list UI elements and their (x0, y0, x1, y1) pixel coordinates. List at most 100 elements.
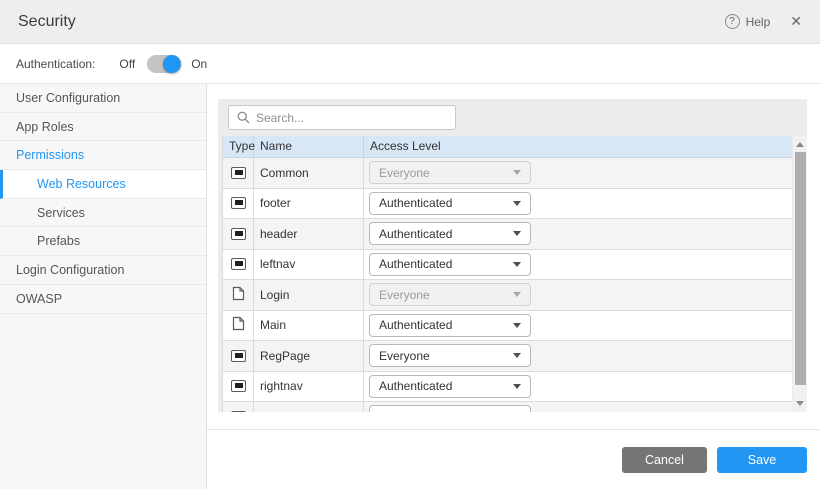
sidebar-item-user-configuration[interactable]: User Configuration (0, 84, 206, 113)
name-cell: Common (254, 158, 364, 188)
access-level-value: Everyone (379, 288, 430, 302)
sidebar-item-login-configuration[interactable]: Login Configuration (0, 256, 206, 285)
sidebar-item-prefabs[interactable]: Prefabs (0, 227, 206, 256)
column-header-name: Name (254, 136, 364, 157)
toggle-off-label: Off (119, 57, 135, 71)
access-cell: Everyone (364, 280, 792, 310)
name-cell: Login (254, 280, 364, 310)
type-cell (223, 250, 254, 280)
partial-icon (231, 350, 246, 362)
access-cell: Authenticated (364, 372, 792, 402)
help-button[interactable]: ? Help (725, 14, 771, 29)
column-header-type: Type (223, 136, 254, 157)
access-level-dropdown[interactable]: Authenticated (369, 222, 531, 245)
authentication-toggle[interactable] (147, 55, 179, 73)
access-cell: Authenticated (364, 250, 792, 280)
sidebar-item-services[interactable]: Services (0, 199, 206, 228)
chevron-down-icon (513, 353, 521, 358)
name-cell: Main (254, 311, 364, 341)
column-header-access-level: Access Level (364, 136, 792, 157)
name-cell: leftnav (254, 250, 364, 280)
footer-actions: Cancel Save (207, 429, 820, 473)
type-cell (223, 219, 254, 249)
scrollbar-thumb[interactable] (795, 152, 806, 385)
access-level-dropdown: Everyone (369, 283, 531, 306)
access-cell: Authenticated (364, 189, 792, 219)
sidebar-item-permissions[interactable]: Permissions (0, 141, 206, 170)
chevron-down-icon (513, 384, 521, 389)
access-level-dropdown[interactable]: Authenticated (369, 375, 531, 398)
grid-rows: CommonEveryonefooterAuthenticatedheaderA… (223, 158, 792, 412)
name-cell: RegPage (254, 341, 364, 371)
table-row-partial[interactable] (223, 402, 792, 412)
sidebar-item-web-resources[interactable]: Web Resources (0, 170, 206, 199)
partial-icon (231, 228, 246, 240)
table-row[interactable]: leftnavAuthenticated (223, 250, 792, 281)
partial-icon (231, 258, 246, 270)
type-cell (223, 402, 254, 412)
name-cell: header (254, 219, 364, 249)
name-cell: rightnav (254, 372, 364, 402)
access-level-value: Authenticated (379, 227, 452, 241)
sidebar: User ConfigurationApp RolesPermissionsWe… (0, 84, 207, 489)
search-row (218, 99, 807, 136)
scroll-up-icon[interactable] (796, 142, 804, 147)
sidebar-item-owasp[interactable]: OWASP (0, 285, 206, 314)
chevron-down-icon (513, 262, 521, 267)
chevron-down-icon (513, 323, 521, 328)
table-row[interactable]: footerAuthenticated (223, 189, 792, 220)
table-row[interactable]: rightnavAuthenticated (223, 372, 792, 403)
partial-icon (231, 167, 246, 179)
name-cell (254, 402, 364, 412)
access-level-value: Authenticated (379, 196, 452, 210)
help-label: Help (746, 15, 771, 29)
grid-header: Type Name Access Level (223, 136, 792, 158)
dialog-header: Security ? Help ✕ (0, 0, 820, 44)
access-level-dropdown[interactable]: Authenticated (369, 192, 531, 215)
content-area: Type Name Access Level Common Everyone foo… (207, 84, 820, 489)
toggle-knob (163, 55, 181, 73)
partial-icon (231, 380, 246, 392)
grid: Type Name Access Level Common Everyone foo… (222, 136, 792, 412)
page-icon (232, 286, 245, 304)
type-cell (223, 372, 254, 402)
access-level-value: Authenticated (379, 318, 452, 332)
chevron-down-icon (513, 201, 521, 206)
search-input[interactable] (256, 111, 447, 125)
access-level-dropdown[interactable]: Authenticated (369, 253, 531, 276)
table-row[interactable]: Login Everyone (223, 280, 792, 311)
cancel-button[interactable]: Cancel (622, 447, 707, 473)
access-cell: Everyone (364, 158, 792, 188)
table-row[interactable]: Main Authenticated (223, 311, 792, 342)
security-dialog: Security ? Help ✕ Authentication: Off On… (0, 0, 820, 489)
table-row[interactable]: header Authenticated (223, 219, 792, 250)
table-row[interactable]: RegPageEveryone (223, 341, 792, 372)
table-row[interactable]: Common Everyone (223, 158, 792, 189)
permissions-panel: Type Name Access Level Common Everyone foo… (218, 99, 807, 412)
chevron-down-icon (513, 292, 521, 297)
chevron-down-icon (513, 231, 521, 236)
resources-table: Type Name Access Level Common Everyone foo… (218, 136, 807, 412)
save-button[interactable]: Save (717, 447, 807, 473)
access-level-value: Everyone (379, 166, 430, 180)
toggle-on-label: On (191, 57, 207, 71)
scroll-down-icon[interactable] (796, 401, 804, 406)
access-cell (364, 402, 792, 412)
type-cell (223, 280, 254, 310)
search-icon (237, 111, 250, 124)
access-level-dropdown[interactable]: Authenticated (369, 314, 531, 337)
close-icon[interactable]: ✕ (790, 13, 802, 30)
access-level-dropdown: Everyone (369, 161, 531, 184)
vertical-scrollbar[interactable] (793, 136, 807, 412)
type-cell (223, 158, 254, 188)
sidebar-item-app-roles[interactable]: App Roles (0, 113, 206, 142)
type-cell (223, 189, 254, 219)
access-level-dropdown[interactable]: Everyone (369, 344, 531, 367)
access-cell: Everyone (364, 341, 792, 371)
page-icon (232, 316, 245, 334)
search-box[interactable] (228, 105, 456, 130)
header-actions: ? Help ✕ (725, 13, 802, 30)
partial-icon (231, 197, 246, 209)
access-level-dropdown[interactable] (369, 405, 531, 412)
partial-icon (231, 411, 246, 412)
